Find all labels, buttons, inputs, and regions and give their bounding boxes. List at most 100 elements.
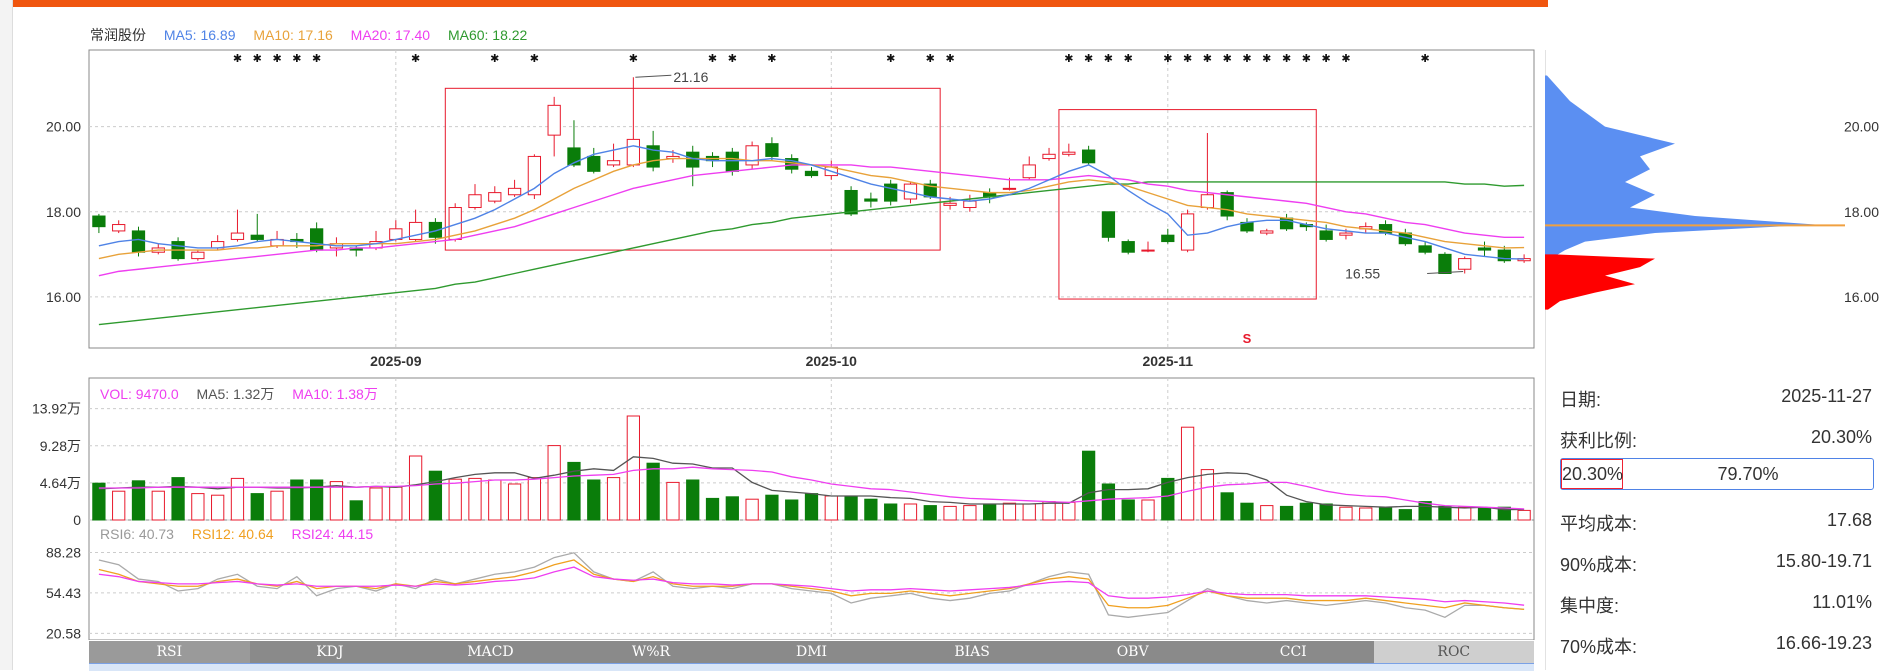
- event-marker: ✱: [1084, 53, 1093, 65]
- volume-bar: [745, 498, 759, 521]
- event-marker: ✱: [1163, 53, 1172, 65]
- profit-bar-left: 20.30%: [1561, 459, 1623, 489]
- volume-bar: [1002, 502, 1017, 521]
- volume-bar: [1141, 499, 1155, 521]
- volume-bar: [1438, 505, 1452, 521]
- volume-bar: [1517, 509, 1531, 521]
- legend-ma10: MA10: 17.16: [253, 27, 333, 43]
- tab-obv[interactable]: OBV: [1052, 641, 1213, 663]
- candle-body: [943, 202, 957, 206]
- volume-tick-label: 0: [73, 512, 81, 528]
- volume-bar: [369, 487, 383, 521]
- date-value: 2025-11-27: [1781, 386, 1872, 406]
- volume-bar: [844, 495, 858, 521]
- tab-kdj[interactable]: KDJ: [250, 641, 411, 663]
- candle-body: [844, 189, 858, 215]
- cost90-row: 90%成本: 15.80-19.71: [1560, 551, 1872, 577]
- tab-macd[interactable]: MACD: [410, 641, 571, 663]
- volume-bar: [903, 503, 918, 521]
- volume-bar: [666, 481, 680, 521]
- volume-bar: [507, 483, 522, 521]
- tab-cci[interactable]: CCI: [1213, 641, 1374, 663]
- event-marker: ✱: [490, 53, 499, 65]
- candle-body: [1042, 153, 1056, 160]
- date-tick-label: 2025-10: [806, 353, 858, 369]
- volume-bar: [468, 477, 482, 521]
- event-marker: ✱: [1262, 53, 1271, 65]
- candle-body: [112, 224, 126, 232]
- event-marker: ✱: [1183, 53, 1192, 65]
- volume-bar: [1260, 505, 1274, 521]
- volume-bar: [448, 478, 462, 521]
- price-tick-label: 16.00: [46, 289, 81, 305]
- avg-cost-value: 17.68: [1826, 510, 1872, 530]
- candle-body: [1062, 151, 1076, 155]
- volume-bar: [1319, 503, 1333, 521]
- candle-body: [765, 143, 779, 157]
- event-marker: ✱: [1322, 53, 1331, 65]
- rsi-tick-label: 54.43: [46, 585, 81, 601]
- concentration-label: 集中度:: [1560, 596, 1620, 616]
- volume-bar: [1161, 477, 1175, 521]
- volume-bar: [1477, 507, 1492, 521]
- volume-bar: [705, 497, 720, 521]
- volume-bar: [270, 490, 284, 521]
- volume-bar: [488, 479, 502, 521]
- candle-body: [963, 200, 977, 209]
- tab-wr[interactable]: W%R: [571, 641, 732, 663]
- event-marker: ✱: [530, 53, 539, 65]
- volume-bar: [626, 415, 640, 521]
- date-label: 日期:: [1560, 390, 1602, 410]
- event-marker: ✱: [708, 53, 717, 65]
- cost90-value: 15.80-19.71: [1775, 551, 1872, 571]
- event-marker: ✱: [233, 53, 242, 65]
- cost70-value: 16.66-19.23: [1775, 633, 1872, 653]
- candle-body: [626, 138, 640, 166]
- cost-profile-tick: 16.00: [1844, 289, 1879, 305]
- price-panel-frame: [88, 49, 1535, 349]
- avg-cost-row: 平均成本: 17.68: [1560, 510, 1872, 536]
- legend-rsi24: RSI24: 44.15: [291, 526, 374, 542]
- profit-label: 获利比例:: [1560, 431, 1638, 451]
- tab-bias[interactable]: BIAS: [892, 641, 1053, 663]
- volume-bar: [1042, 501, 1056, 521]
- avg-cost-label: 平均成本:: [1560, 514, 1638, 534]
- tab-dmi[interactable]: DMI: [731, 641, 892, 663]
- candle-body: [408, 221, 423, 240]
- volume-bar: [1180, 426, 1195, 521]
- candle-body: [1458, 258, 1472, 270]
- candle-body: [1260, 230, 1274, 234]
- candle-body: [92, 215, 106, 228]
- stock-chart[interactable]: 20.00 18.00 16.00 2025-09 2025-10 2025-11 13.9…: [0, 0, 1545, 640]
- candle-body: [884, 183, 898, 202]
- annotation-leader: [635, 74, 672, 78]
- candle-body: [804, 170, 819, 177]
- annotation-label: 16.55: [1345, 266, 1380, 282]
- volume-bar: [1220, 492, 1234, 521]
- concentration-row: 集中度: 11.01%: [1560, 592, 1872, 618]
- range-box: [1058, 109, 1317, 300]
- volume-bar: [587, 479, 601, 521]
- tab-rsi[interactable]: RSI: [89, 641, 250, 663]
- volume-bar: [983, 504, 997, 521]
- profit-ratio-bar: 20.30% 79.70%: [1560, 458, 1874, 490]
- volume-bar: [804, 493, 819, 521]
- volume-bar: [408, 455, 423, 521]
- volume-bar: [765, 494, 779, 521]
- tab-roc[interactable]: ROC: [1373, 641, 1535, 663]
- volume-bar: [686, 479, 700, 521]
- volume-tick-label: 4.64万: [40, 475, 81, 491]
- volume-bar: [211, 494, 225, 521]
- date-tick-label: 2025-09: [370, 353, 422, 369]
- candle-body: [1200, 194, 1215, 209]
- event-marker: ✱: [886, 53, 895, 65]
- event-marker: ✱: [945, 53, 954, 65]
- price-legend: 常润股份 MA5: 16.89 MA10: 17.16 MA20: 17.40 …: [90, 25, 541, 45]
- rsi6-line: [98, 552, 1525, 619]
- volume-bar: [606, 477, 621, 521]
- volume-bar: [864, 498, 878, 521]
- candle-body: [191, 251, 205, 260]
- rsi-tick-label: 88.28: [46, 544, 81, 560]
- event-marker: ✱: [253, 53, 262, 65]
- cost-profile-tick: 20.00: [1844, 119, 1879, 135]
